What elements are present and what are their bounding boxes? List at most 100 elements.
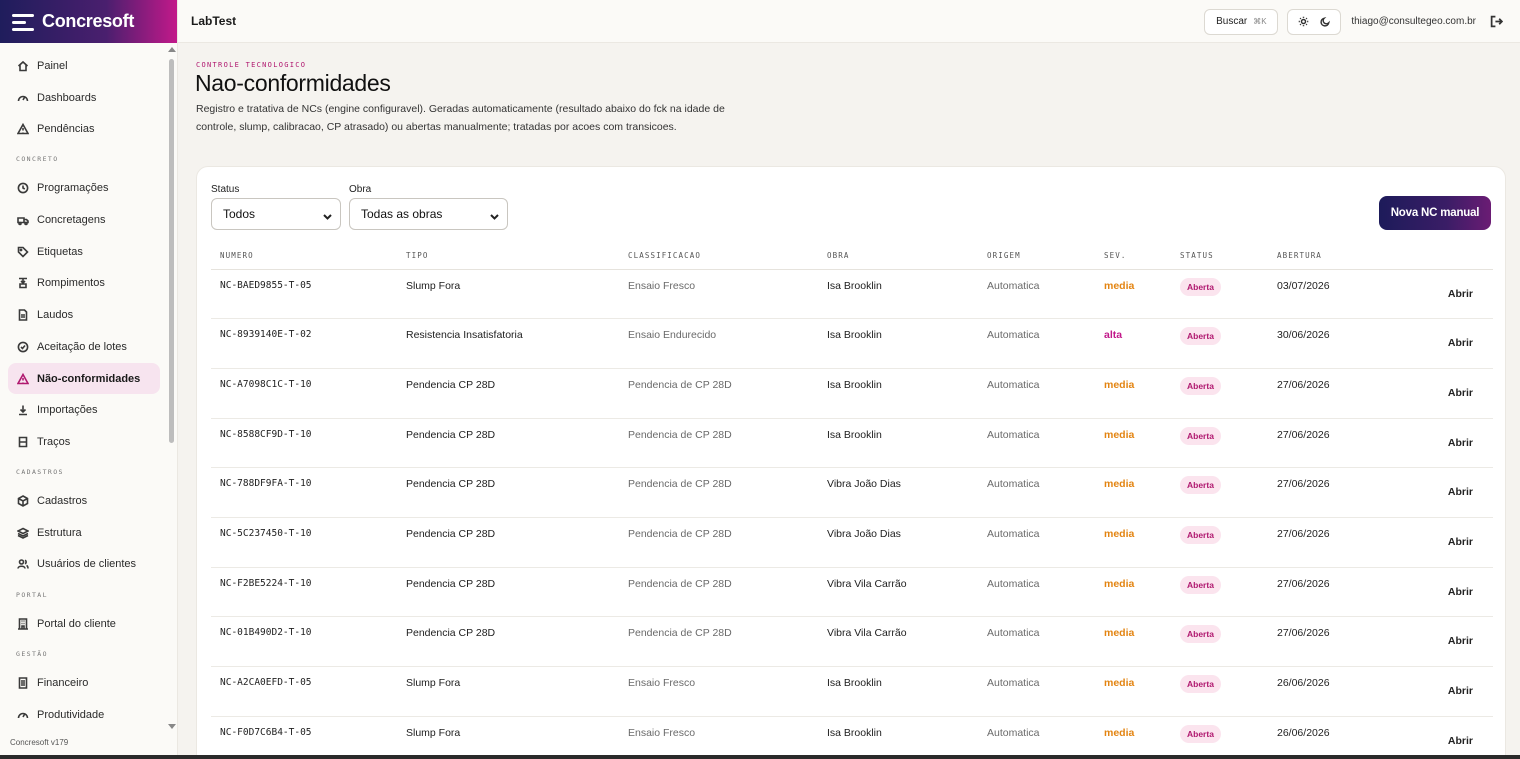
sun-icon[interactable] [1294,13,1312,31]
sidebar-item-financeiro[interactable]: Financeiro [8,667,160,699]
sidebar-item-nao-conformidades[interactable]: Não-conformidades [8,362,160,395]
table-row[interactable]: NC-8588CF9D-T-10 Pendencia CP 28D Pendenci… [211,418,1493,469]
column-header: STATUS [1171,242,1268,270]
sidebar-item-rompimentos[interactable]: Rompimentos [8,268,160,300]
column-header: SEV. [1095,242,1171,270]
sidebar-item-aceitacao-lotes[interactable]: Aceitação de lotes [8,331,160,363]
table-row[interactable]: NC-A7098C1C-T-10 Pendencia CP 28D Pendenci… [211,368,1493,419]
sidebar-item-pendencias[interactable]: Pendências [8,113,160,145]
sidebar-item-label: Rompimentos [37,277,105,290]
moon-icon[interactable] [1316,13,1334,31]
sidebar-item-label: Cadastros [37,495,88,508]
nc-obra: Isa Brooklin [818,318,978,369]
scrollbar-thumb[interactable] [169,59,174,443]
scroll-down-icon[interactable] [168,724,176,729]
sidebar-item-concretagens[interactable]: Concretagens [8,204,160,236]
nc-status-cell: Aberta [1171,517,1268,568]
search-button[interactable]: Buscar ⌘K [1204,8,1279,35]
receipt-icon [17,677,29,689]
severity-label: media [1104,428,1135,441]
obra-select[interactable]: Todas as obras [349,198,508,230]
page-eyebrow: CONTROLE TECNOLOGICO [196,61,307,69]
sidebar-item-label: Etiquetas [37,245,83,258]
column-header: OBRA [818,242,978,270]
open-nc-button[interactable]: Abrir [1448,685,1473,697]
nc-number: NC-BAED9855-T-05 [211,269,397,320]
nc-opened-date: 27/06/2026 [1268,567,1388,618]
nc-origin: Automatica [978,616,1095,667]
open-nc-button[interactable]: Abrir [1448,536,1473,548]
nc-number: NC-8939140E-T-02 [211,318,397,369]
nc-obra: Vibra João Dias [818,467,978,518]
sidebar-item-importacoes[interactable]: Importações [8,394,160,426]
tag-icon [17,246,29,258]
sidebar-item-etiquetas[interactable]: Etiquetas [8,236,160,268]
row-actions: Abrir [1388,467,1493,518]
severity-label: media [1104,527,1135,540]
open-nc-button[interactable]: Abrir [1448,586,1473,598]
sidebar-item-estrutura[interactable]: Estrutura [8,517,160,549]
nc-severity-cell: media [1095,616,1171,667]
open-nc-button[interactable]: Abrir [1448,735,1473,747]
table-row[interactable]: NC-5C237450-T-10 Pendencia CP 28D Pendenci… [211,517,1493,568]
user-email: thiago@consultegeo.com.br [1351,16,1476,27]
sidebar-item-programacoes[interactable]: Programações [8,173,160,205]
open-nc-button[interactable]: Abrir [1448,387,1473,399]
severity-label: media [1104,627,1135,640]
sidebar-scrollbar[interactable] [168,47,176,729]
table-row[interactable]: NC-A2CA0EFD-T-05 Slump Fora Ensaio Fresco I… [211,666,1493,717]
severity-label: media [1104,378,1135,391]
open-nc-button[interactable]: Abrir [1448,288,1473,300]
open-nc-button[interactable]: Abrir [1448,635,1473,647]
nc-opened-date: 27/06/2026 [1268,517,1388,568]
nc-type: Pendencia CP 28D [397,616,619,667]
table-row[interactable]: NC-F0D7C6B4-T-05 Slump Fora Ensaio Fresco I… [211,716,1493,759]
nc-status-cell: Aberta [1171,567,1268,618]
table-row[interactable]: NC-F2BE5224-T-10 Pendencia CP 28D Pendenci… [211,567,1493,618]
sidebar-item-produtividade[interactable]: Produtividade [8,699,160,731]
sidebar-item-dashboards[interactable]: Dashboards [8,82,160,114]
nc-opened-date: 03/07/2026 [1268,269,1388,320]
sidebar-item-usuarios-clientes[interactable]: Usuários de clientes [8,549,160,581]
row-actions: Abrir [1388,318,1493,369]
status-select[interactable]: Todos [211,198,341,230]
nc-type: Slump Fora [397,666,619,717]
table-row[interactable]: NC-8939140E-T-02 Resistencia Insatisfator… [211,318,1493,369]
column-header-actions [1388,242,1493,270]
sidebar-item-label: Estrutura [37,526,82,539]
new-nc-button[interactable]: Nova NC manual [1379,196,1491,230]
sidebar-item-tracos[interactable]: Traços [8,426,160,458]
nc-origin: Automatica [978,368,1095,419]
table-row[interactable]: NC-788DF9FA-T-10 Pendencia CP 28D Pendenci… [211,467,1493,518]
status-badge: Aberta [1180,277,1221,296]
nc-status-cell: Aberta [1171,716,1268,759]
sidebar-item-painel[interactable]: Painel [8,50,160,82]
obra-select-value: Todas as obras [361,207,443,221]
nc-classification: Ensaio Fresco [619,716,818,759]
open-nc-button[interactable]: Abrir [1448,437,1473,449]
nc-opened-date: 27/06/2026 [1268,616,1388,667]
sidebar-item-laudos[interactable]: Laudos [8,299,160,331]
chevron-down-icon [490,210,499,220]
row-actions: Abrir [1388,368,1493,419]
sidebar-item-cadastros[interactable]: Cadastros [8,485,160,517]
nc-origin: Automatica [978,269,1095,320]
open-nc-button[interactable]: Abrir [1448,486,1473,498]
table-row[interactable]: NC-01B490D2-T-10 Pendencia CP 28D Pendenci… [211,616,1493,667]
brand-bar[interactable]: Concresoft [0,0,177,43]
open-nc-button[interactable]: Abrir [1448,337,1473,349]
logout-icon[interactable] [1490,15,1504,29]
nc-status-cell: Aberta [1171,666,1268,717]
table-row[interactable]: NC-BAED9855-T-05 Slump Fora Ensaio Fresco I… [211,269,1493,320]
nc-type: Resistencia Insatisfatoria [397,318,619,369]
nc-opened-date: 27/06/2026 [1268,368,1388,419]
sidebar-item-portal-cliente[interactable]: Portal do cliente [8,608,160,640]
nc-status-cell: Aberta [1171,368,1268,419]
nc-obra: Isa Brooklin [818,716,978,759]
nc-status-cell: Aberta [1171,318,1268,369]
scroll-up-icon[interactable] [168,47,176,52]
nc-severity-cell: media [1095,716,1171,759]
sidebar-item-label: Traços [37,435,71,448]
sidebar-item-label: Concretagens [37,214,106,227]
nc-opened-date: 30/06/2026 [1268,318,1388,369]
